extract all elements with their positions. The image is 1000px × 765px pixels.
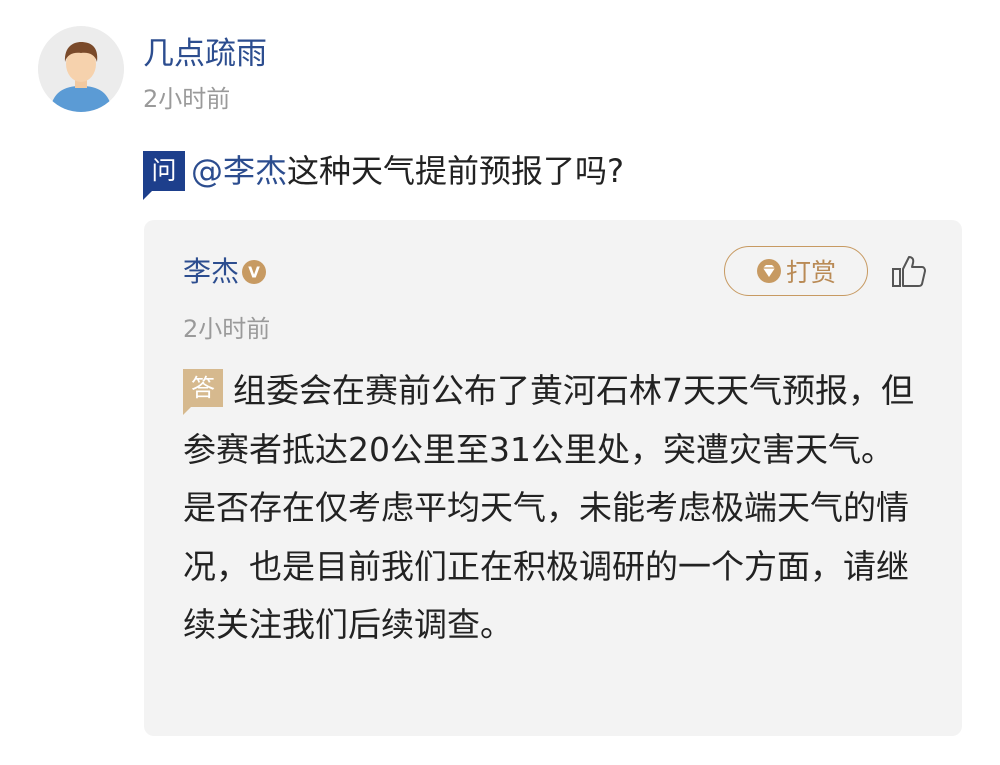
answer-author: 李杰 V [183, 254, 267, 290]
question-badge: 问 [143, 151, 185, 200]
answer-card: 李杰 V 打赏 2小时前 答组委会在赛前公布了黄河石林7天天气预报，但参赛者抵达… [144, 220, 962, 736]
answer-body: 答组委会在赛前公布了黄河石林7天天气预报，但参赛者抵达20公里至31公里处，突遭… [183, 362, 923, 655]
tip-label: 打赏 [785, 258, 836, 287]
avatar-illustration [38, 26, 124, 112]
question-timestamp: 2小时前 [143, 85, 231, 113]
verified-badge-letter: V [248, 264, 260, 282]
gem-icon [756, 259, 781, 283]
question-user-name[interactable]: 几点疏雨 [143, 34, 267, 74]
user-avatar[interactable] [38, 26, 124, 112]
answer-text: 组委会在赛前公布了黄河石林7天天气预报，但参赛者抵达20公里至31公里处，突遭灾… [183, 371, 914, 644]
question-line: 问 @李杰 这种天气提前预报了吗? [143, 146, 625, 200]
verified-v-icon: V [242, 260, 267, 284]
mention-link[interactable]: @李杰 [191, 149, 287, 193]
tip-button[interactable]: 打赏 [724, 246, 868, 296]
answer-timestamp: 2小时前 [183, 315, 271, 343]
answer-author-name[interactable]: 李杰 [183, 254, 239, 290]
question-text: 这种天气提前预报了吗? [287, 152, 625, 190]
thumbs-up-icon[interactable] [890, 253, 928, 291]
answer-badge: 答 [183, 369, 223, 415]
